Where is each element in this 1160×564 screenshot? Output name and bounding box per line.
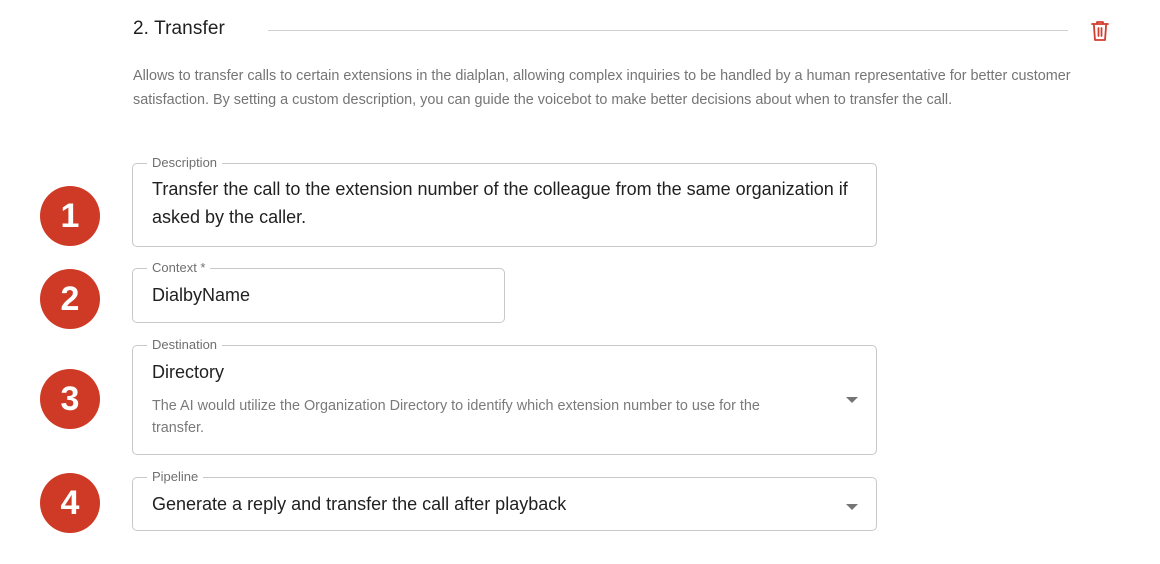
step-badge-1: 1 [40, 186, 100, 246]
chevron-down-icon[interactable] [846, 504, 858, 510]
destination-select[interactable]: Destination Directory The AI would utili… [132, 337, 877, 455]
context-field[interactable]: Context * DialbyName [132, 260, 505, 323]
pipeline-label: Pipeline [147, 469, 204, 485]
step-badge-4: 4 [40, 473, 100, 533]
pipeline-value: Generate a reply and transfer the call a… [152, 494, 567, 514]
context-label: Context * [147, 260, 211, 276]
destination-value: Directory [152, 362, 225, 382]
step-badge-2: 2 [40, 269, 100, 329]
destination-hint: The AI would utilize the Organization Di… [152, 398, 760, 436]
trash-icon[interactable] [1089, 19, 1111, 43]
section-divider [268, 30, 1068, 31]
context-value[interactable]: DialbyName [152, 281, 250, 309]
destination-label: Destination [147, 337, 223, 353]
chevron-down-icon[interactable] [846, 397, 858, 403]
description-field[interactable]: Description Transfer the call to the ext… [132, 155, 877, 247]
pipeline-select[interactable]: Pipeline Generate a reply and transfer t… [132, 469, 877, 531]
step-badge-3: 3 [40, 369, 100, 429]
section-title: 2. Transfer [133, 18, 225, 39]
section-description: Allows to transfer calls to certain exte… [133, 68, 1071, 108]
description-value[interactable]: Transfer the call to the extension numbe… [152, 175, 852, 231]
description-label: Description [147, 155, 223, 171]
